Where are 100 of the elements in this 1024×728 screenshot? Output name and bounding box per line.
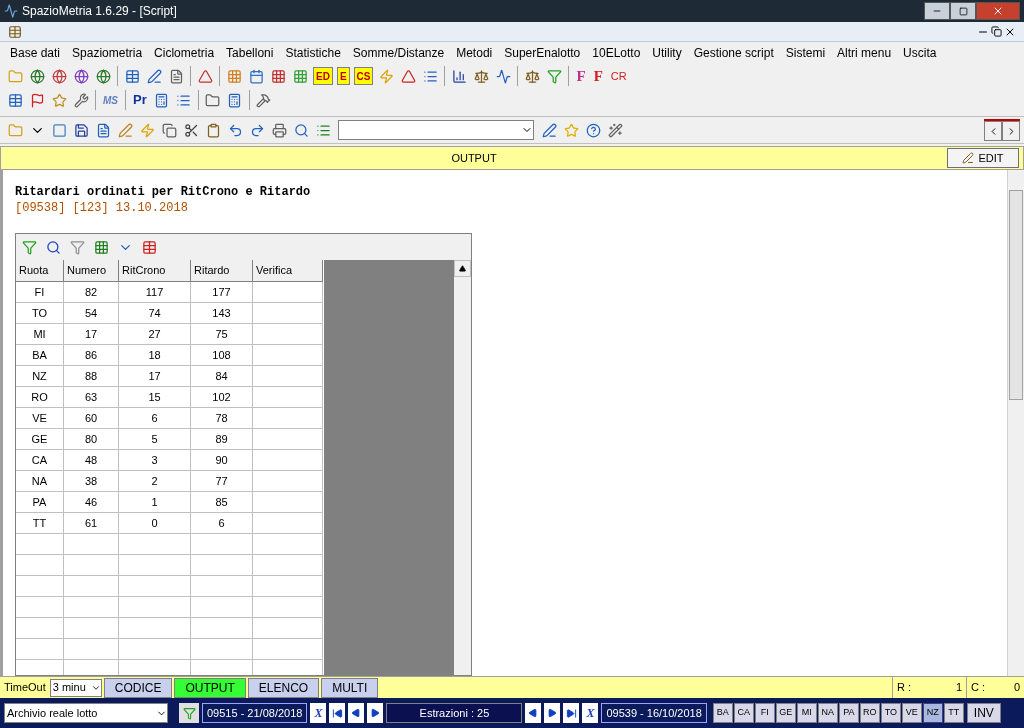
- text-tool-button[interactable]: ED: [313, 67, 333, 85]
- menu-item[interactable]: Altri menu: [831, 44, 898, 62]
- menu-item[interactable]: Statistiche: [279, 44, 347, 62]
- x-button[interactable]: X: [310, 703, 327, 723]
- table-cell: [253, 303, 323, 324]
- maximize-icon: [958, 6, 968, 16]
- table-cell: [253, 324, 323, 345]
- tab[interactable]: MULTI: [321, 677, 379, 698]
- wheel-toggle[interactable]: NA: [817, 703, 838, 723]
- minimize-button[interactable]: [924, 2, 950, 20]
- text-tool-button[interactable]: Pr: [129, 90, 151, 110]
- table-cell: 61: [64, 513, 119, 534]
- table-cell: [253, 345, 323, 366]
- menu-item[interactable]: Somme/Distanze: [346, 44, 451, 62]
- next-button[interactable]: [544, 703, 561, 723]
- menu-item[interactable]: 10ELotto: [586, 44, 647, 62]
- right-arrow-icon: [370, 708, 381, 718]
- left-arrow-icon: [351, 708, 362, 718]
- menu-item[interactable]: Gestione script: [687, 44, 780, 62]
- edit-button[interactable]: EDIT: [947, 148, 1019, 168]
- wheel-toggle[interactable]: GE: [775, 703, 796, 723]
- up-arrow-icon: [459, 265, 466, 272]
- column-header[interactable]: Verifica: [253, 260, 323, 282]
- table-cell: 85: [191, 492, 253, 513]
- table-cell: [16, 618, 64, 639]
- text-tool-button[interactable]: F: [572, 64, 590, 88]
- column-header[interactable]: RitCrono: [119, 260, 191, 282]
- table-cell: 75: [191, 324, 253, 345]
- text-tool-button[interactable]: CR: [606, 67, 631, 85]
- column-header[interactable]: Numero: [64, 260, 119, 282]
- last-button[interactable]: [563, 703, 580, 723]
- table-cell: [16, 597, 64, 618]
- table-cell: 48: [64, 450, 119, 471]
- table-cell: [64, 597, 119, 618]
- tab[interactable]: OUTPUT: [174, 677, 246, 698]
- column-header[interactable]: Ruota: [16, 260, 64, 282]
- table-cell: [16, 555, 64, 576]
- wheel-toggle[interactable]: NZ: [922, 703, 943, 723]
- wheel-toggle[interactable]: VE: [901, 703, 922, 723]
- table-cell: [64, 639, 119, 660]
- x-button[interactable]: X: [582, 703, 599, 723]
- archive-select[interactable]: Archivio reale lotto: [4, 703, 168, 723]
- table-cell: GE: [16, 429, 64, 450]
- table-cell: 2: [119, 471, 191, 492]
- wheel-toggle[interactable]: MI: [796, 703, 817, 723]
- menu-item[interactable]: Tabelloni: [220, 44, 280, 62]
- menu-item[interactable]: Spaziometria: [66, 44, 149, 62]
- previous-button[interactable]: [525, 703, 542, 723]
- table-cell: [191, 576, 253, 597]
- timeout-label: TimeOut: [3, 680, 47, 696]
- combo-box[interactable]: [338, 120, 534, 140]
- timeout-select[interactable]: 3 minu: [49, 678, 102, 697]
- menu-item[interactable]: Sistemi: [779, 44, 832, 62]
- restore-icon[interactable]: [991, 25, 1002, 37]
- menu-item[interactable]: Ciclometria: [148, 44, 221, 62]
- text-tool-button[interactable]: E: [336, 67, 350, 85]
- menu-item[interactable]: Base dati: [4, 44, 67, 62]
- previous-button[interactable]: [348, 703, 365, 723]
- table-cell: [253, 471, 323, 492]
- menu-item[interactable]: Utility: [646, 44, 688, 62]
- table-cell: 143: [191, 303, 253, 324]
- filter-button[interactable]: [179, 703, 199, 723]
- pen-icon: [962, 152, 975, 164]
- scrollbar[interactable]: [1007, 170, 1024, 676]
- wheel-toggle[interactable]: TT: [943, 703, 964, 723]
- text-tool-button[interactable]: CS: [353, 67, 374, 85]
- table-cell: [253, 534, 323, 555]
- first-button[interactable]: [329, 703, 346, 723]
- table-cell: [191, 534, 253, 555]
- wheel-toggle[interactable]: RO: [859, 703, 880, 723]
- table-cell: PA: [16, 492, 64, 513]
- table-cell: [191, 618, 253, 639]
- table-cell: 1: [119, 492, 191, 513]
- menu-item[interactable]: Uscita: [897, 44, 943, 62]
- scrollbar[interactable]: [454, 260, 471, 675]
- wheel-toggle[interactable]: BA: [712, 703, 733, 723]
- table-cell: [16, 576, 64, 597]
- invert-button[interactable]: INV: [966, 703, 1001, 723]
- scroll-left-button[interactable]: [984, 121, 1002, 141]
- table-cell: 102: [191, 387, 253, 408]
- scroll-right-button[interactable]: [1002, 121, 1020, 141]
- text-tool-button[interactable]: MS: [101, 91, 120, 109]
- wheel-toggle[interactable]: CA: [733, 703, 754, 723]
- skip-back-icon: [331, 707, 343, 719]
- menu-item[interactable]: Metodi: [450, 44, 499, 62]
- tab[interactable]: ELENCO: [247, 677, 320, 698]
- text-tool-button[interactable]: F: [589, 64, 607, 88]
- table-cell: [64, 555, 119, 576]
- scroll-up-button[interactable]: [454, 260, 471, 277]
- table-cell: BA: [16, 345, 64, 366]
- wheel-toggle[interactable]: FI: [754, 703, 775, 723]
- menu-item[interactable]: SuperEnalotto: [498, 44, 587, 62]
- maximize-button[interactable]: [950, 2, 976, 20]
- next-button[interactable]: [367, 703, 384, 723]
- scroll-thumb[interactable]: [1009, 190, 1023, 400]
- tab[interactable]: CODICE: [103, 677, 173, 698]
- column-header[interactable]: Ritardo: [191, 260, 253, 282]
- wheel-toggle[interactable]: TO: [880, 703, 901, 723]
- wheel-toggle[interactable]: PA: [838, 703, 859, 723]
- table-cell: 82: [64, 282, 119, 303]
